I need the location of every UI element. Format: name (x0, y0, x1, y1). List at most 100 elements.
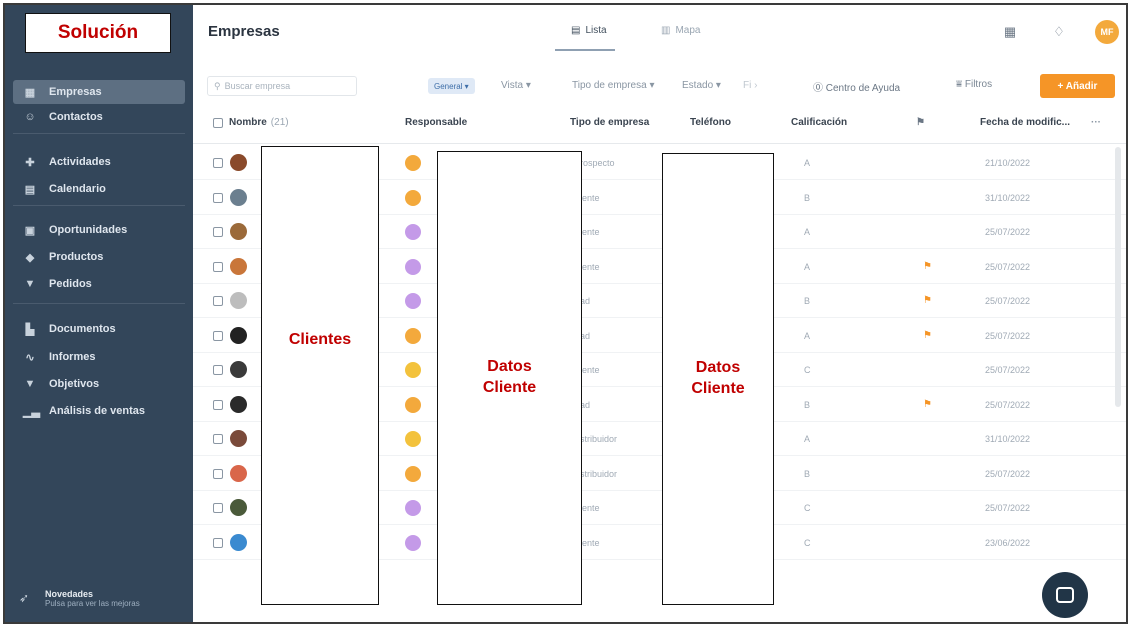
novedades-button[interactable]: ➶ Novedades Pulsa para ver las mejoras (13, 583, 185, 613)
cell-fecha: 25/07/2022 (985, 261, 1031, 272)
sidebar-item-oportunidades[interactable]: ▣ Oportunidades (13, 218, 185, 242)
more-columns-icon[interactable]: ··· (1091, 117, 1101, 128)
sidebar-item-objetivos[interactable]: ▼ Objetivos (13, 372, 185, 396)
cell-calificacion: C (804, 365, 811, 375)
responsable-avatar[interactable] (405, 465, 421, 482)
row-checkbox[interactable] (213, 365, 223, 375)
map-icon: ▥ (661, 25, 671, 36)
company-logo (230, 430, 247, 447)
tab-lista[interactable]: ▤ Lista (571, 25, 607, 36)
flag-icon[interactable]: ⚑ (923, 399, 932, 410)
avatar[interactable]: MF (1095, 20, 1119, 44)
tipo-empresa-dropdown[interactable]: Tipo de empresa ▾ (572, 80, 654, 91)
annotation-datos-1-label: Datos Cliente (482, 358, 537, 396)
cell-calificacion: A (804, 158, 811, 168)
row-checkbox[interactable] (213, 227, 223, 237)
responsable-avatar[interactable] (405, 189, 421, 206)
cell-fecha: 25/07/2022 (985, 227, 1031, 237)
flag-header-icon[interactable]: ⚑ (916, 117, 925, 128)
list-icon: ▤ (571, 25, 581, 36)
cell-tipo: iente (580, 227, 600, 237)
responsable-avatar[interactable] (405, 534, 421, 551)
chat-button[interactable] (1042, 572, 1088, 618)
header-responsable[interactable]: Responsable (405, 117, 467, 128)
sidebar-item-label: Empresas (49, 86, 102, 98)
filters-button[interactable]: ⩸ Filtros (956, 79, 992, 90)
sidebar-item-productos[interactable]: ◆ Productos (13, 245, 185, 269)
header-nombre[interactable]: Nombre (21) (213, 117, 289, 128)
row-checkbox[interactable] (213, 503, 223, 513)
header-fecha[interactable]: Fecha de modific... (980, 117, 1070, 128)
responsable-avatar[interactable] (405, 224, 421, 240)
sidebar-item-label: Oportunidades (49, 224, 128, 236)
sidebar-item-informes[interactable]: ∿ Informes (13, 345, 185, 369)
scrollbar[interactable] (1115, 147, 1121, 407)
cell-fecha: 31/10/2022 (985, 434, 1031, 444)
help-center-link[interactable]: ⓪ Centro de Ayuda (813, 79, 900, 94)
vista-dropdown[interactable]: Vista ▾ (501, 80, 531, 91)
responsable-avatar[interactable] (405, 155, 421, 171)
responsable-avatar[interactable] (405, 327, 421, 344)
cell-calificacion: A (804, 434, 811, 444)
logo-box: Solución (25, 13, 171, 53)
sidebar-item-empresas[interactable]: ▦ Empresas (13, 80, 185, 104)
row-checkbox[interactable] (213, 399, 223, 410)
bell-icon[interactable]: ♢ (1048, 21, 1070, 43)
tab-mapa-label: Mapa (675, 25, 701, 36)
row-checkbox[interactable] (213, 468, 223, 479)
novedades-subtitle: Pulsa para ver las mejoras (45, 598, 140, 608)
cell-fecha: 31/10/2022 (985, 192, 1031, 203)
more-filters-arrow[interactable]: Fi › (743, 80, 757, 91)
row-checkbox[interactable] (213, 158, 223, 168)
cell-fecha: 25/07/2022 (985, 468, 1031, 479)
document-icon: ▙ (25, 323, 35, 336)
flag-icon[interactable]: ⚑ (923, 295, 932, 306)
sidebar-item-calendario[interactable]: ▤ Calendario (13, 177, 185, 201)
cell-calificacion: C (804, 503, 811, 513)
search-icon: ⚲ (214, 80, 221, 91)
responsable-avatar[interactable] (405, 431, 421, 447)
general-view-dropdown[interactable]: General ▾ (428, 78, 475, 94)
calendar-icon[interactable]: ▦ (999, 21, 1021, 43)
responsable-avatar[interactable] (405, 500, 421, 516)
cell-calificacion: B (804, 468, 811, 479)
cell-tipo: iente (580, 261, 600, 272)
flag-icon[interactable]: ⚑ (923, 261, 932, 272)
add-button[interactable]: + Añadir (1040, 74, 1115, 98)
row-checkbox[interactable] (213, 434, 223, 444)
building-icon: ▦ (24, 86, 36, 99)
company-logo (230, 533, 247, 551)
search-input[interactable]: ⚲ Buscar empresa (207, 76, 357, 96)
company-logo (230, 499, 247, 516)
row-checkbox[interactable] (213, 537, 223, 548)
cell-calificacion: B (804, 192, 811, 203)
sidebar-item-actividades[interactable]: ✚ Actividades (13, 150, 185, 174)
tab-mapa[interactable]: ▥ Mapa (661, 25, 700, 36)
row-checkbox[interactable] (213, 296, 223, 306)
responsable-avatar[interactable] (405, 258, 421, 275)
header-telefono[interactable]: Teléfono (690, 117, 731, 128)
bar-chart-icon: ▁▃ (23, 405, 40, 418)
row-checkbox[interactable] (213, 330, 223, 341)
header-tipo[interactable]: Tipo de empresa (570, 117, 649, 128)
flag-icon[interactable]: ⚑ (923, 330, 932, 341)
responsable-avatar[interactable] (405, 396, 421, 413)
row-checkbox[interactable] (213, 192, 223, 203)
company-logo (230, 154, 247, 171)
responsable-avatar[interactable] (405, 362, 421, 378)
sidebar-item-contactos[interactable]: ☺ Contactos (13, 105, 185, 129)
select-all-checkbox[interactable] (213, 117, 223, 128)
company-logo (230, 464, 247, 482)
row-checkbox[interactable] (213, 261, 223, 272)
sidebar-item-documentos[interactable]: ▙ Documentos (13, 317, 185, 341)
cell-fecha: 25/07/2022 (985, 296, 1031, 306)
responsable-avatar[interactable] (405, 293, 421, 309)
app-window: Solución ▦ Empresas ☺ Contactos ✚ Actividades… (3, 3, 1128, 624)
cell-calificacion: A (804, 261, 811, 272)
sidebar-item-pedidos[interactable]: ▼ Pedidos (13, 272, 185, 296)
cell-fecha: 25/07/2022 (985, 365, 1031, 375)
company-logo (230, 395, 247, 413)
sidebar-item-análisis-de-ventas[interactable]: ▁▃ Análisis de ventas (13, 399, 185, 423)
estado-dropdown[interactable]: Estado ▾ (682, 80, 721, 91)
header-calificacion[interactable]: Calificación (791, 117, 847, 128)
